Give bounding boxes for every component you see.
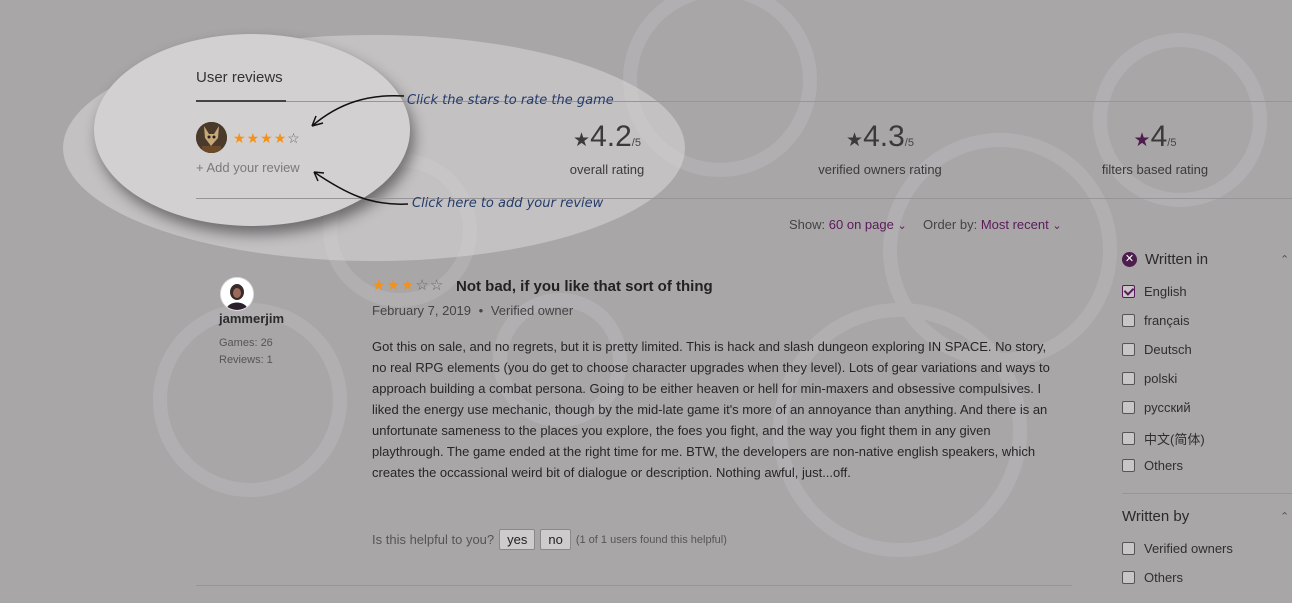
- verified-owner-badge: Verified owner: [490, 303, 574, 318]
- checkbox[interactable]: [1122, 343, 1135, 356]
- checkbox[interactable]: [1122, 372, 1135, 385]
- review-rating-stars: ★ ★ ★ ☆ ☆: [372, 277, 444, 294]
- helpful-yes-button[interactable]: yes: [499, 529, 536, 550]
- add-review-link[interactable]: + Add your review: [196, 160, 300, 175]
- review-star-icon: ★: [372, 277, 386, 294]
- review-star-icon: ☆: [429, 277, 444, 294]
- author-option-label: Others: [1144, 570, 1184, 585]
- avatar-illustration-icon: [196, 122, 227, 153]
- language-option-label: français: [1144, 313, 1190, 328]
- star-icon: ★: [846, 130, 864, 151]
- verified-rating-label: verified owners rating: [818, 162, 942, 177]
- language-option[interactable]: Others: [1122, 458, 1183, 473]
- rate-star-icon[interactable]: ★: [260, 131, 273, 145]
- overall-rating-label: overall rating: [569, 162, 645, 177]
- overall-rating-value: 4.2: [590, 120, 632, 153]
- language-option[interactable]: Deutsch: [1122, 342, 1192, 357]
- annotation-stars-text: Click the stars to rate the game: [407, 93, 614, 108]
- clear-filter-icon[interactable]: ✕: [1122, 252, 1137, 267]
- reviewer-reviews-count: Reviews: 1: [219, 354, 273, 366]
- author-option[interactable]: Others: [1122, 570, 1183, 585]
- language-option-label: Deutsch: [1144, 342, 1192, 357]
- checkbox[interactable]: [1122, 542, 1135, 555]
- rate-star-icon[interactable]: ★: [274, 131, 287, 145]
- helpful-count: (1 of 1 users found this helpful): [575, 533, 727, 546]
- language-option[interactable]: polski: [1122, 371, 1177, 386]
- checkbox[interactable]: [1122, 401, 1135, 414]
- checkbox[interactable]: [1122, 314, 1135, 327]
- tab-user-reviews[interactable]: User reviews: [196, 69, 283, 86]
- annotation-arrows: [311, 94, 409, 205]
- bullet-separator: •: [478, 303, 484, 318]
- rating-scale: /5: [904, 137, 914, 149]
- filter-divider: [1122, 493, 1292, 494]
- reviewer-avatar[interactable]: [220, 277, 254, 311]
- overall-rating: ★4.2/5 overall rating: [547, 120, 667, 178]
- author-option[interactable]: Verified owners: [1122, 541, 1233, 556]
- reviewer-portrait-icon: [221, 278, 253, 310]
- written-by-header[interactable]: Written by: [1122, 508, 1189, 525]
- verified-rating-value: 4.3: [863, 120, 905, 153]
- checkbox[interactable]: [1122, 432, 1135, 445]
- rating-scale: /5: [631, 137, 641, 149]
- checkbox[interactable]: [1122, 285, 1135, 298]
- star-icon: ★: [1133, 130, 1151, 151]
- rate-game-stars[interactable]: ★ ★ ★ ★ ☆: [233, 131, 300, 145]
- language-option-label: Others: [1144, 458, 1184, 473]
- verified-owners-rating: ★4.3/5 verified owners rating: [800, 120, 960, 178]
- written-in-title: Written in: [1145, 251, 1209, 268]
- reviewer-games-count: Games: 26: [219, 337, 273, 349]
- language-option-label: polski: [1144, 371, 1178, 386]
- language-option[interactable]: 中文(简体): [1122, 429, 1205, 448]
- filters-rating-label: filters based rating: [1101, 162, 1209, 177]
- language-option[interactable]: français: [1122, 313, 1190, 328]
- helpful-section: Is this helpful to you? yes no (1 of 1 u…: [372, 529, 727, 550]
- review-body: Got this on sale, and no regrets, but it…: [372, 339, 1050, 480]
- tab-underline: [196, 100, 286, 102]
- review-divider: [196, 585, 1072, 586]
- filters-rating-value: 4: [1150, 120, 1168, 153]
- annotation-add-review-text: Click here to add your review: [412, 196, 604, 211]
- filters-based-rating: ★4/5 filters based rating: [1090, 120, 1220, 178]
- show-per-page-dropdown[interactable]: Show: 60 on page ⌄: [789, 217, 907, 232]
- rate-star-icon[interactable]: ★: [233, 131, 246, 145]
- collapse-chevron-icon[interactable]: ⌃: [1280, 253, 1289, 266]
- review-date: February 7, 2019: [372, 303, 472, 318]
- review-star-icon: ★: [386, 277, 400, 294]
- language-option[interactable]: русский: [1122, 400, 1191, 415]
- helpful-no-button[interactable]: no: [540, 529, 571, 550]
- helpful-question: Is this helpful to you?: [372, 532, 495, 547]
- chevron-down-icon: ⌄: [1052, 220, 1062, 232]
- language-option-label: русский: [1144, 400, 1191, 415]
- review-title: Not bad, if you like that sort of thing: [456, 278, 713, 295]
- current-user-avatar: [196, 122, 227, 153]
- language-option[interactable]: English: [1122, 284, 1187, 299]
- review-meta: February 7, 2019 • Verified owner: [372, 303, 573, 318]
- collapse-chevron-icon[interactable]: ⌃: [1280, 510, 1289, 523]
- rate-star-icon[interactable]: ★: [247, 131, 260, 145]
- language-option-label: 中文(简体): [1144, 432, 1205, 447]
- order-by-dropdown[interactable]: Order by: Most recent ⌄: [923, 217, 1062, 232]
- checkbox[interactable]: [1122, 459, 1135, 472]
- reviewer-username[interactable]: jammerjim: [219, 311, 284, 326]
- author-option-label: Verified owners: [1144, 541, 1233, 556]
- written-in-header[interactable]: ✕ Written in: [1122, 251, 1208, 268]
- language-option-label: English: [1144, 284, 1187, 299]
- rate-star-icon[interactable]: ☆: [287, 131, 300, 145]
- rating-scale: /5: [1167, 137, 1177, 149]
- chevron-down-icon: ⌄: [897, 220, 907, 232]
- star-icon: ★: [573, 130, 591, 151]
- review-star-icon: ☆: [415, 277, 429, 294]
- review-star-icon: ★: [400, 277, 415, 294]
- checkbox[interactable]: [1122, 571, 1135, 584]
